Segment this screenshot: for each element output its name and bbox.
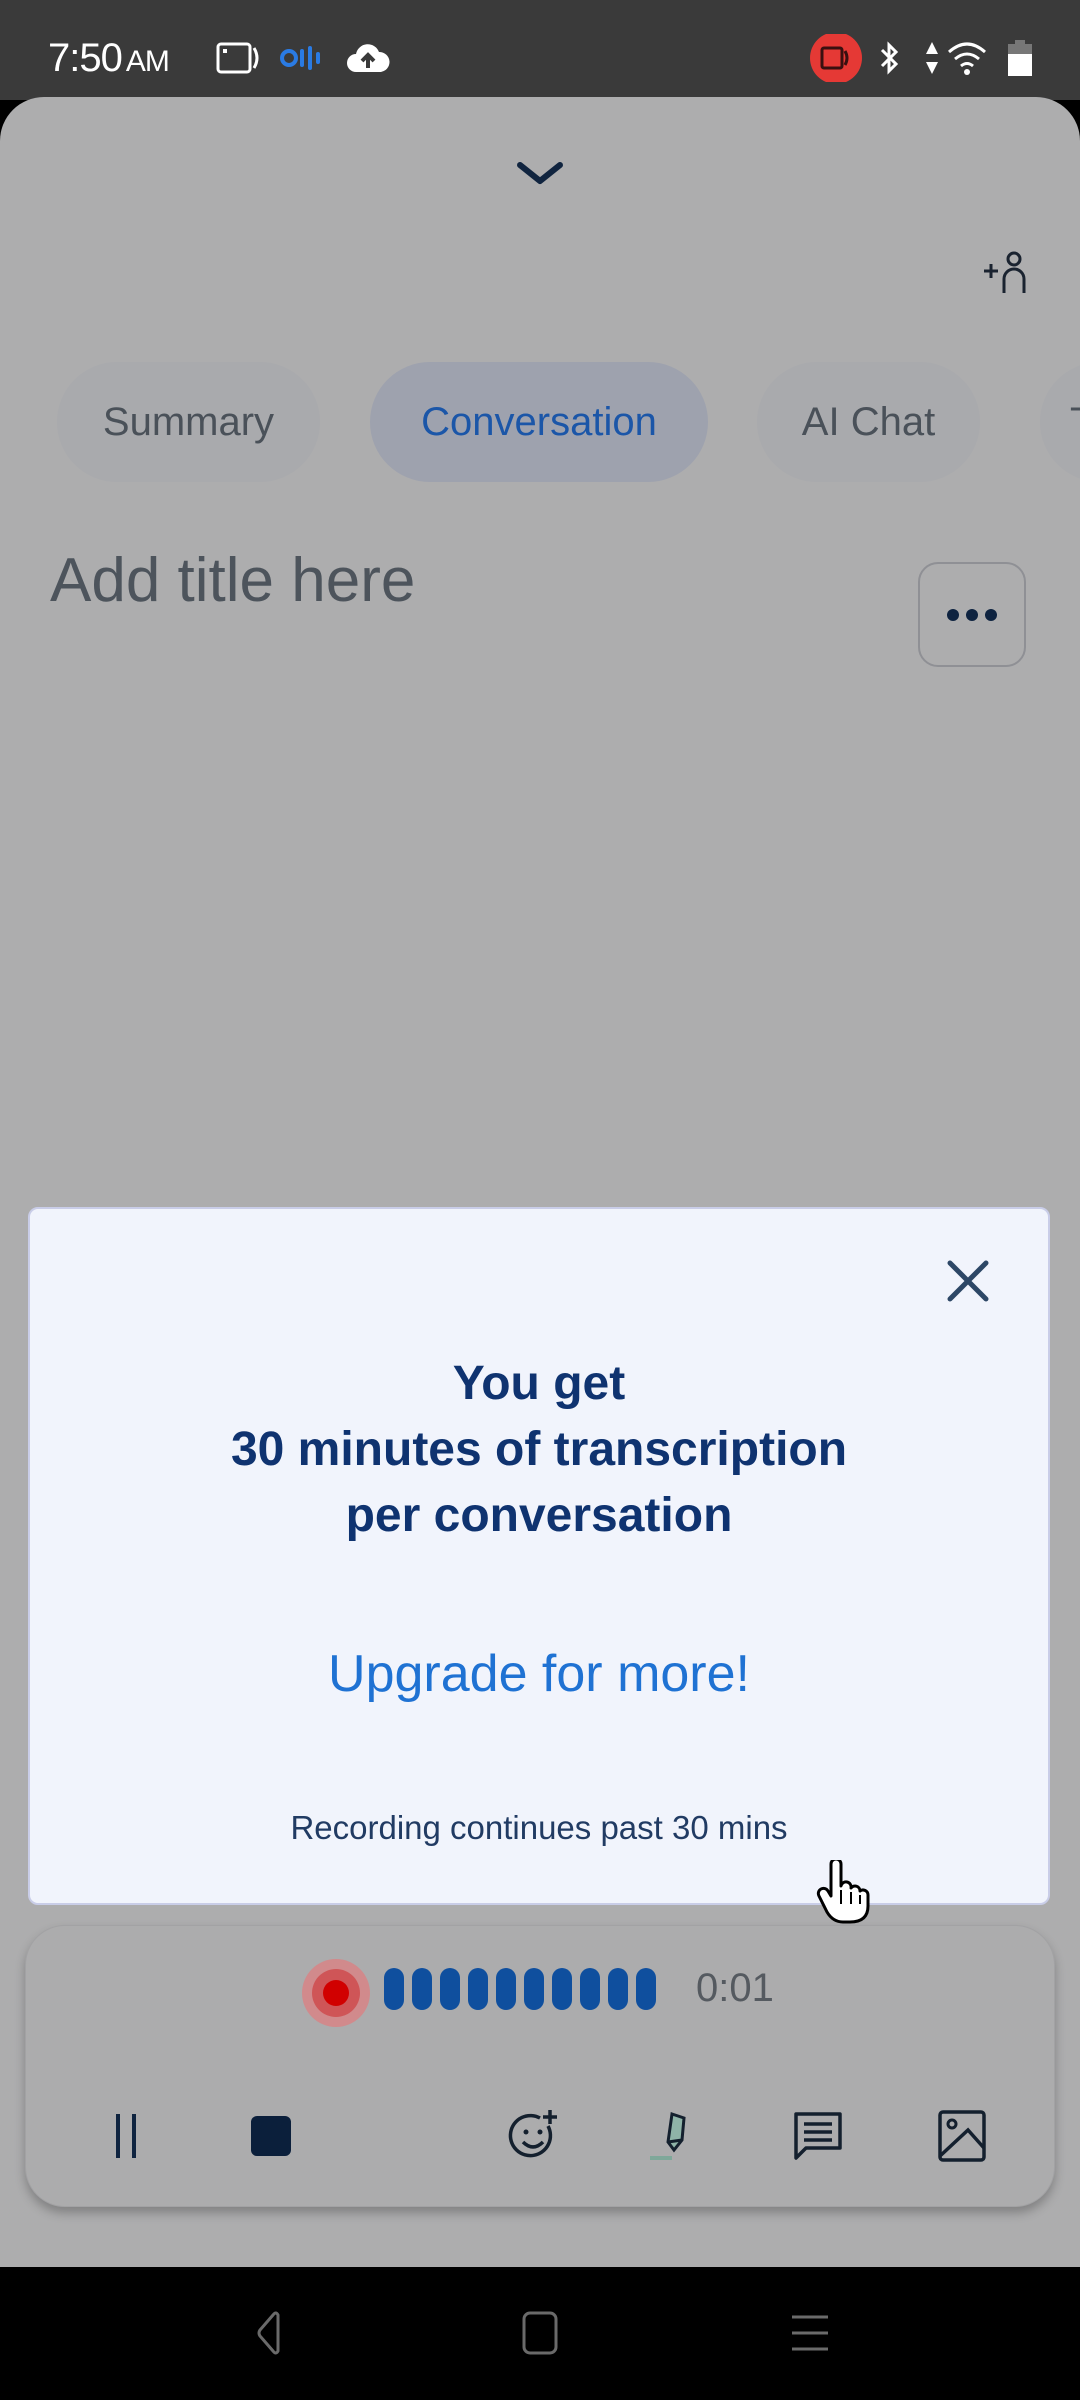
waveform-bar — [468, 1968, 488, 2010]
tab-label: AI Chat — [801, 399, 936, 444]
bluetooth-icon — [880, 41, 899, 75]
tab-label: Summary — [102, 399, 275, 444]
waveform-bar — [580, 1968, 600, 2010]
otter-app-icon — [280, 46, 320, 70]
menu-icon[interactable] — [786, 2309, 834, 2357]
recorder-panel: 0:01 — [25, 1925, 1055, 2207]
more-horizontal-icon-dot — [947, 608, 959, 621]
system-nav-bar — [0, 2267, 1080, 2400]
waveform-bar — [384, 1968, 404, 2010]
add-person-icon[interactable] — [980, 247, 1036, 303]
headline-line: You get — [452, 1357, 626, 1410]
title-input[interactable]: Add title here — [50, 545, 415, 616]
highlighter-icon[interactable] — [644, 2106, 704, 2166]
waveform — [384, 1968, 656, 2010]
more-options-button[interactable] — [918, 562, 1026, 667]
add-emoji-icon[interactable] — [504, 2106, 564, 2166]
waveform-bar — [440, 1968, 460, 2010]
clock-time: 7:50 — [48, 36, 123, 80]
recording-note: Recording continues past 30 mins — [290, 1809, 788, 1846]
transcription-limit-modal: You get 30 minutes of transcription per … — [28, 1207, 1050, 1905]
home-icon[interactable] — [516, 2309, 564, 2357]
upgrade-link[interactable]: Upgrade for more! — [30, 1644, 1048, 1704]
tab-summary[interactable]: Summary — [57, 362, 320, 482]
headline-line: per conversation — [345, 1489, 733, 1542]
camera-recording-icon — [810, 34, 862, 82]
modal-headline: You get 30 minutes of transcription per … — [30, 1351, 1048, 1549]
waveform-bar — [608, 1968, 628, 2010]
waveform-bar — [524, 1968, 544, 2010]
wifi-icon — [948, 42, 986, 75]
tab-more-partial[interactable]: T — [1040, 362, 1080, 482]
tab-ai-chat[interactable]: AI Chat — [757, 362, 980, 482]
comment-icon[interactable] — [788, 2106, 848, 2166]
status-time: 7:50 AM — [48, 36, 170, 81]
waveform-bar — [412, 1968, 432, 2010]
screen-record-icon — [216, 42, 259, 74]
tab-label: Conversation — [421, 399, 657, 444]
conversation-sheet: Summary Conversation AI Chat T Add title… — [0, 97, 1080, 2267]
waveform-bar — [552, 1968, 572, 2010]
recording-indicator-icon — [302, 1959, 370, 2027]
pointer-cursor-icon — [816, 1860, 870, 1924]
more-horizontal-icon-dot — [966, 608, 978, 621]
chevron-down-icon[interactable] — [512, 155, 568, 195]
tab-label: T — [1070, 400, 1080, 445]
stop-icon[interactable] — [241, 2106, 301, 2166]
clock-ampm: AM — [125, 45, 170, 78]
tab-conversation[interactable]: Conversation — [370, 362, 708, 482]
battery-icon — [1008, 40, 1032, 76]
data-arrows-icon — [926, 42, 938, 74]
back-icon[interactable] — [246, 2309, 294, 2357]
elapsed-time: 0:01 — [696, 1966, 774, 2010]
close-icon[interactable] — [944, 1257, 992, 1305]
more-horizontal-icon-dot — [985, 608, 997, 621]
waveform-bar — [636, 1968, 656, 2010]
status-bar: 7:50 AM — [0, 0, 1080, 100]
headline-line: 30 minutes of transcription — [230, 1423, 848, 1476]
cloud-upload-icon — [347, 44, 390, 72]
image-icon[interactable] — [932, 2106, 992, 2166]
pause-icon[interactable] — [96, 2106, 156, 2166]
waveform-bar — [496, 1968, 516, 2010]
